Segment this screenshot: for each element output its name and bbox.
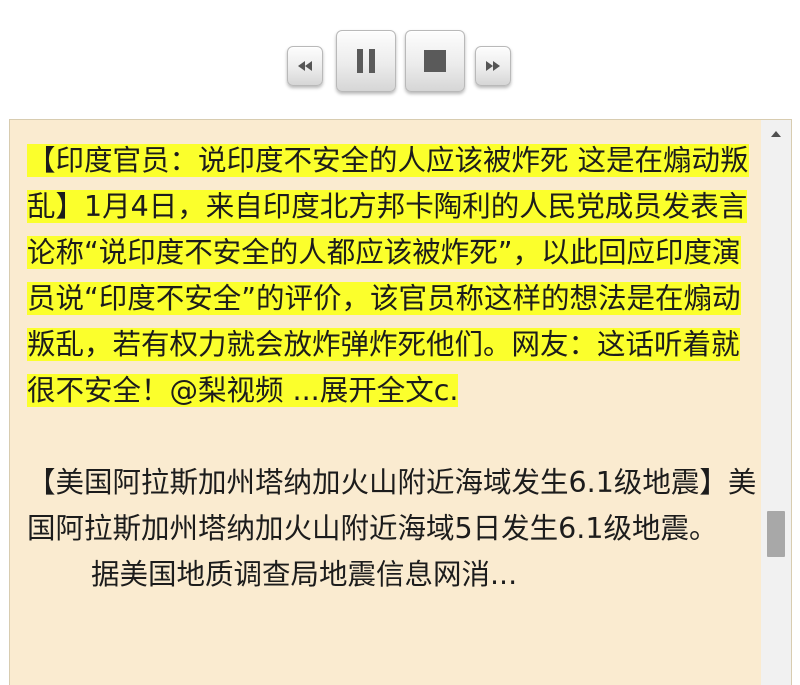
article-text: 【印度官员：说印度不安全的人应该被炸死 这是在煽动叛乱】1月4日，来自印度北方邦… bbox=[27, 138, 757, 598]
scroll-up-arrow-button[interactable] bbox=[761, 120, 791, 148]
news-item-highlighted: 【印度官员：说印度不安全的人应该被炸死 这是在煽动叛乱】1月4日，来自印度北方邦… bbox=[27, 138, 757, 414]
news-item-continuation: 据美国地质调查局地震信息网消... bbox=[91, 558, 518, 591]
highlighted-reading-text: 【印度官员：说印度不安全的人应该被炸死 这是在煽动叛乱】1月4日，来自印度北方邦… bbox=[27, 144, 749, 407]
playback-controls bbox=[0, 24, 800, 94]
tts-reader-page: 【印度官员：说印度不安全的人应该被炸死 这是在煽动叛乱】1月4日，来自印度北方邦… bbox=[0, 0, 800, 685]
pause-icon bbox=[357, 49, 375, 73]
news-item: 【美国阿拉斯加州塔纳加火山附近海域发生6.1级地震】美国阿拉斯加州塔纳加火山附近… bbox=[27, 466, 757, 545]
fast-forward-icon bbox=[486, 61, 500, 71]
article-text-panel[interactable]: 【印度官员：说印度不安全的人应该被炸死 这是在煽动叛乱】1月4日，来自印度北方邦… bbox=[9, 119, 792, 685]
stop-button[interactable] bbox=[405, 30, 465, 92]
scroll-thumb[interactable] bbox=[767, 511, 785, 557]
scroll-track[interactable] bbox=[761, 148, 791, 685]
fast-forward-button[interactable] bbox=[475, 46, 511, 86]
stop-icon bbox=[424, 50, 446, 72]
vertical-scrollbar[interactable] bbox=[761, 120, 791, 685]
chevron-up-icon bbox=[771, 131, 781, 137]
rewind-button[interactable] bbox=[287, 46, 323, 86]
rewind-icon bbox=[298, 61, 312, 71]
pause-button[interactable] bbox=[336, 30, 396, 92]
